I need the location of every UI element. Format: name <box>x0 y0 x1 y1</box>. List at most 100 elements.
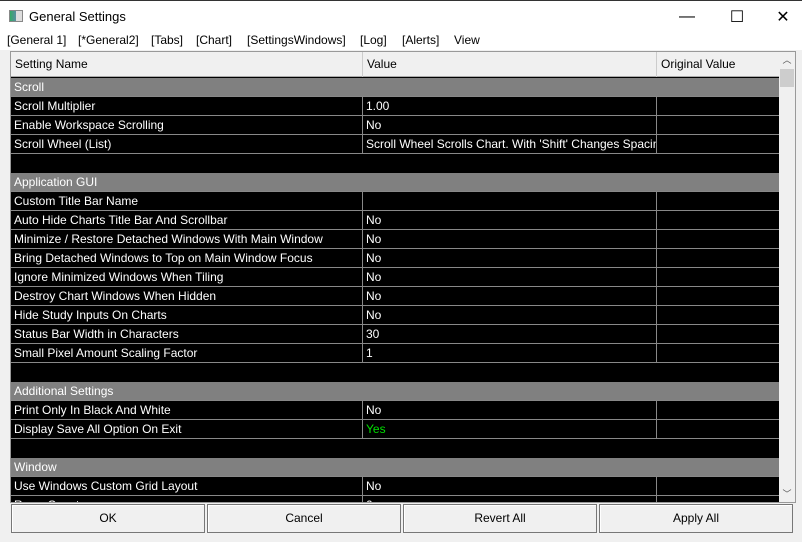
setting-name: Minimize / Restore Detached Windows With… <box>11 230 363 249</box>
setting-name: Scroll Wheel (List) <box>11 135 363 154</box>
scroll-up-icon[interactable]: ︿ <box>779 52 795 68</box>
setting-value[interactable]: No <box>363 249 657 268</box>
column-original-value[interactable]: Original Value <box>657 52 779 77</box>
menu-chart[interactable]: [Chart] <box>196 33 232 47</box>
table-row[interactable]: Small Pixel Amount Scaling Factor 1 <box>11 344 779 363</box>
menu-alerts[interactable]: [Alerts] <box>402 33 439 47</box>
original-value <box>657 496 779 502</box>
table-row[interactable]: Status Bar Width in Characters 30 <box>11 325 779 344</box>
setting-name: Use Windows Custom Grid Layout <box>11 477 363 496</box>
setting-value[interactable]: Scroll Wheel Scrolls Chart. With 'Shift'… <box>363 135 657 154</box>
setting-value[interactable]: No <box>363 306 657 325</box>
section-title: Application GUI <box>14 175 98 189</box>
setting-value[interactable] <box>363 192 657 211</box>
menu-tabs[interactable]: [Tabs] <box>151 33 183 47</box>
original-value <box>657 211 779 230</box>
table-header: Setting Name Value Original Value <box>11 52 779 77</box>
menu-view[interactable]: View <box>454 33 480 47</box>
table-row[interactable]: Scroll Wheel (List) Scroll Wheel Scrolls … <box>11 135 779 154</box>
setting-value[interactable]: 0 <box>363 496 657 502</box>
section-header: Window <box>11 458 779 477</box>
original-value <box>657 344 779 363</box>
setting-value[interactable]: 1.00 <box>363 97 657 116</box>
original-value <box>657 192 779 211</box>
setting-name: Print Only In Black And White <box>11 401 363 420</box>
setting-name: Auto Hide Charts Title Bar And Scrollbar <box>11 211 363 230</box>
apply-all-button[interactable]: Apply All <box>599 504 793 533</box>
table-row[interactable]: Print Only In Black And White No <box>11 401 779 420</box>
column-value[interactable]: Value <box>363 52 657 77</box>
setting-value[interactable]: No <box>363 477 657 496</box>
menu-log[interactable]: [Log] <box>360 33 387 47</box>
original-value <box>657 401 779 420</box>
original-value <box>657 306 779 325</box>
revert-all-button[interactable]: Revert All <box>403 504 597 533</box>
window-title: General Settings <box>29 9 126 24</box>
setting-name: Display Save All Option On Exit <box>11 420 363 439</box>
cancel-button[interactable]: Cancel <box>207 504 401 533</box>
section-title: Window <box>14 460 57 474</box>
setting-value[interactable]: 30 <box>363 325 657 344</box>
section-header: Scroll <box>11 78 779 97</box>
blank-row <box>11 363 779 382</box>
setting-name: Destroy Chart Windows When Hidden <box>11 287 363 306</box>
table-row[interactable]: Ignore Minimized Windows When Tiling No <box>11 268 779 287</box>
maximize-button[interactable]: ☐ <box>714 1 760 32</box>
close-button[interactable]: ✕ <box>760 1 802 32</box>
table-row[interactable]: Bring Detached Windows to Top on Main Wi… <box>11 249 779 268</box>
setting-value[interactable]: No <box>363 230 657 249</box>
table-row[interactable]: Rows Count0 <box>11 496 779 502</box>
setting-name: Custom Title Bar Name <box>11 192 363 211</box>
setting-value[interactable]: No <box>363 211 657 230</box>
setting-value[interactable]: No <box>363 287 657 306</box>
setting-name: Rows Count <box>11 496 363 502</box>
menu-settingswindows[interactable]: [SettingsWindows] <box>247 33 346 47</box>
setting-value[interactable]: No <box>363 401 657 420</box>
section-title: Additional Settings <box>14 384 114 398</box>
section-title: Scroll <box>14 80 45 94</box>
table-row[interactable]: Enable Workspace Scrolling No <box>11 116 779 135</box>
column-setting-name[interactable]: Setting Name <box>11 52 363 77</box>
original-value <box>657 116 779 135</box>
original-value <box>657 230 779 249</box>
setting-name: Scroll Multiplier <box>11 97 363 116</box>
setting-name: Hide Study Inputs On Charts <box>11 306 363 325</box>
table-row[interactable]: Scroll Multiplier 1.00 <box>11 97 779 116</box>
original-value <box>657 287 779 306</box>
settings-table: Setting Name Value Original Value Scroll… <box>10 51 796 503</box>
table-row[interactable]: Destroy Chart Windows When Hidden No <box>11 287 779 306</box>
scroll-down-icon[interactable]: ﹀ <box>779 486 795 502</box>
original-value <box>657 325 779 344</box>
setting-name: Ignore Minimized Windows When Tiling <box>11 268 363 287</box>
blank-row <box>11 439 779 458</box>
table-row[interactable]: Use Windows Custom Grid Layout No <box>11 477 779 496</box>
setting-value[interactable]: 1 <box>363 344 657 363</box>
setting-value[interactable]: Yes <box>363 420 657 439</box>
blank-row <box>11 154 779 173</box>
table-row[interactable]: Auto Hide Charts Title Bar And Scrollbar… <box>11 211 779 230</box>
setting-name: Bring Detached Windows to Top on Main Wi… <box>11 249 363 268</box>
menu-general1[interactable]: [General 1] <box>7 33 66 47</box>
table-row[interactable]: Display Save All Option On Exit Yes <box>11 420 779 439</box>
section-header: Application GUI <box>11 173 779 192</box>
app-icon <box>9 10 23 22</box>
original-value <box>657 477 779 496</box>
section-header: Additional Settings <box>11 382 779 401</box>
table-row[interactable]: Minimize / Restore Detached Windows With… <box>11 230 779 249</box>
title-bar: General Settings — ☐ ✕ <box>0 0 802 32</box>
setting-value[interactable]: No <box>363 268 657 287</box>
minimize-button[interactable]: — <box>664 1 710 32</box>
table-row[interactable]: Custom Title Bar Name <box>11 192 779 211</box>
original-value <box>657 268 779 287</box>
table-row[interactable]: Hide Study Inputs On Charts No <box>11 306 779 325</box>
original-value <box>657 97 779 116</box>
vertical-scrollbar[interactable]: ︿ ﹀ <box>779 52 795 502</box>
menu-general2[interactable]: [*General2] <box>78 33 139 47</box>
setting-value[interactable]: No <box>363 116 657 135</box>
menu-bar: [General 1] [*General2] [Tabs] [Chart] [… <box>0 32 802 50</box>
setting-name: Enable Workspace Scrolling <box>11 116 363 135</box>
original-value <box>657 135 779 154</box>
original-value <box>657 249 779 268</box>
scrollbar-thumb[interactable] <box>780 69 794 87</box>
ok-button[interactable]: OK <box>11 504 205 533</box>
